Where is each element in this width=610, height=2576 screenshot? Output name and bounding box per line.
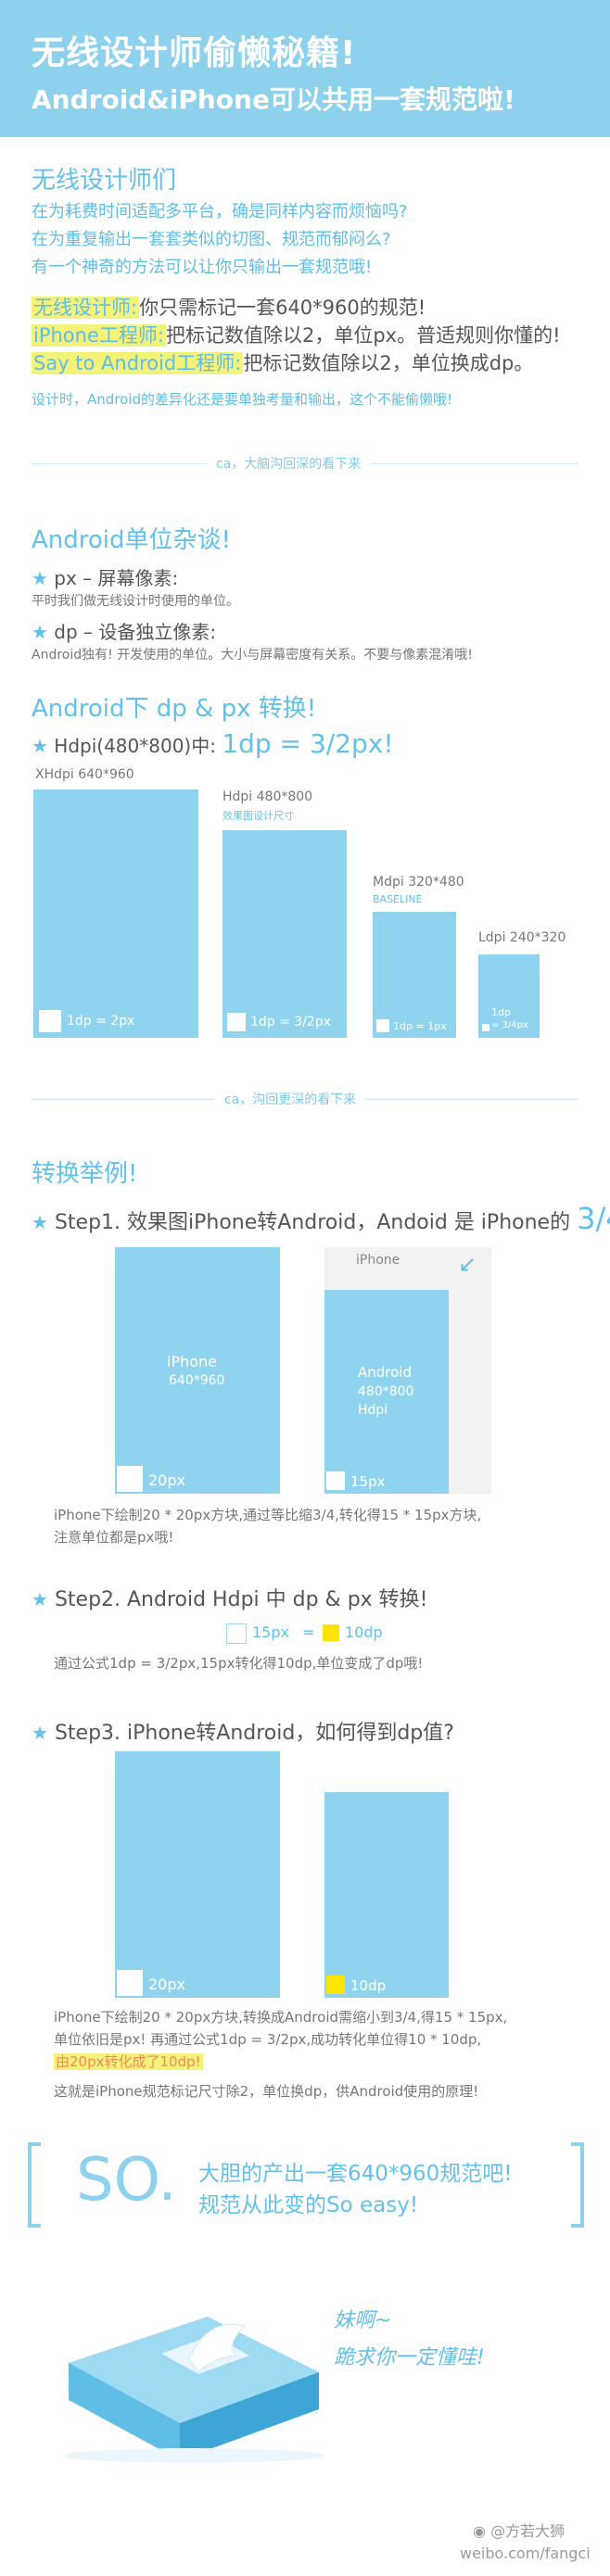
role-android-text: 把标记数值除以2，单位换成dp。	[243, 352, 534, 374]
role-android: Say to Android工程师:把标记数值除以2，单位换成dp。	[32, 348, 533, 376]
role-iphone: iPhone工程师:把标记数值除以2，单位px。普适规则你懂的!	[32, 321, 561, 348]
step3-dp-label: 10dp	[350, 1977, 387, 1994]
step3-iphone-box	[115, 1751, 280, 1998]
star-icon: ★	[32, 621, 48, 643]
hdpi-note: 效果图设计尺寸	[222, 810, 294, 822]
dp-desc: Android独有! 开发使用的单位。大小与屏幕密度有关系。不要与像素混淆哦!	[32, 648, 473, 663]
step2-equals: =	[302, 1623, 315, 1641]
step3-caption-1: iPhone下绘制20 * 20px方块,转换成Android需缩小到3/4,得…	[54, 2009, 508, 2026]
mdpi-note: BASELINE	[373, 893, 423, 905]
step1-android-square	[326, 1471, 345, 1490]
divider-label-2: ca，沟回更深的看下来	[215, 1090, 366, 1108]
xhdpi-unit: 1dp = 2px	[67, 1014, 135, 1029]
xhdpi-box	[33, 789, 198, 1038]
role-designer-label: 无线设计师:	[32, 297, 140, 319]
hdpi-formula: 1dp = 3/2px!	[222, 728, 394, 759]
mdpi-label: Mdpi 320*480	[373, 875, 464, 890]
hdpi-unit: 1dp = 3/2px	[250, 1015, 332, 1029]
step1-iphone-square	[117, 1466, 143, 1492]
divider-label-1: ca，大脑沟回深的看下来	[207, 454, 371, 473]
step2-px-square	[226, 1623, 247, 1644]
step3-note: 这就是iPhone规范标记尺寸除2，单位换dp，供Android使用的原理!	[54, 2083, 479, 2100]
example-title: 转换举例!	[32, 1160, 138, 1188]
step1-iphone-sq-label: 20px	[148, 1471, 185, 1489]
role-designer: 无线设计师:你只需标记一套640*960的规范!	[32, 293, 426, 321]
arrow-icon: ↙	[458, 1251, 477, 1277]
px-heading: ★ px – 屏幕像素:	[32, 563, 178, 590]
step3-iphone-square	[117, 1970, 143, 1996]
step1-iphone-res: 640*960	[169, 1373, 225, 1388]
intro-line-2: 在为重复输出一套套类似的切图、规范而郁闷么?	[32, 230, 391, 249]
step3-android-box	[324, 1792, 449, 1998]
mdpi-unit: 1dp = 1px	[393, 1020, 447, 1032]
page-title: 无线设计师偷懒秘籍!	[32, 34, 357, 72]
step1-android-label: Android	[358, 1364, 412, 1381]
intro-line-3: 有一个神奇的方法可以让你只输出一套规范哦!	[32, 258, 373, 277]
hdpi-square	[227, 1013, 246, 1031]
step2-heading: ★ Step2. Android Hdpi 中 dp & px 转换!	[32, 1588, 428, 1611]
dp-title: dp – 设备独立像素:	[54, 621, 217, 643]
so-bracket-right	[571, 2142, 584, 2228]
mdpi-square	[376, 1019, 389, 1032]
conversion-title: Android下 dp & px 转换!	[32, 695, 317, 723]
handwriting-line-2: 跪求你一定懂哇!	[334, 2346, 485, 2369]
intro-title: 无线设计师们	[32, 167, 177, 195]
step2-caption: 通过公式1dp = 3/2px,15px转化得10dp,单位变成了dp哦!	[54, 1655, 424, 1672]
step1-iphone-label: iPhone	[167, 1353, 218, 1370]
star-icon: ★	[32, 1211, 48, 1233]
units-title: Android单位杂谈!	[32, 526, 231, 554]
step3-caption-2: 单位依旧是px! 再通过公式1dp = 3/2px,成功转化单位得10 * 10…	[54, 2031, 482, 2048]
step3-iphone-sq-label: 20px	[148, 1976, 185, 1993]
star-icon: ★	[32, 567, 48, 589]
ldpi-label: Ldpi 240*320	[478, 930, 566, 945]
dp-heading: ★ dp – 设备独立像素:	[32, 617, 216, 644]
hdpi-box	[222, 830, 347, 1038]
star-icon: ★	[32, 1588, 48, 1610]
ldpi-unit: = 3/4px	[491, 1020, 528, 1030]
star-icon: ★	[32, 1722, 48, 1744]
so-line-1: 大胆的产出一套640*960规范吧!	[198, 2162, 513, 2186]
role-iphone-text: 把标记数值除以2，单位px。普适规则你懂的!	[165, 324, 561, 347]
role-designer-text: 你只需标记一套640*960的规范!	[139, 297, 426, 319]
px-desc: 平时我们做无线设计时使用的单位。	[32, 594, 239, 609]
step1-android-res: 480*800	[358, 1384, 414, 1399]
weibo-name: ◉ @方若大狮	[473, 2522, 566, 2540]
step1-android-sq-label: 15px	[350, 1473, 386, 1490]
weibo-icon: ◉	[473, 2522, 486, 2540]
step1-caption-1: iPhone下绘制20 * 20px方块,通过等比缩3/4,转化得15 * 15…	[54, 1507, 482, 1523]
so-bracket-left	[28, 2142, 41, 2228]
page-subtitle: Android&iPhone可以共用一套规范啦!	[32, 84, 515, 115]
step1-android-dpi: Hdpi	[358, 1403, 388, 1418]
xhdpi-label: XHdpi 640*960	[35, 767, 134, 782]
hdpi-line: ★ Hdpi(480*800)中: 1dp = 3/2px!	[32, 728, 394, 759]
xhdpi-square	[39, 1010, 61, 1032]
ldpi-unit-top: 1dp	[491, 1006, 511, 1018]
tissue-box-illustration	[50, 2279, 328, 2469]
step3-heading: ★ Step3. iPhone转Android，如何得到dp值?	[32, 1722, 454, 1745]
step3-dp-square	[326, 1976, 345, 1994]
role-iphone-label: iPhone工程师:	[32, 324, 166, 347]
step1-frame-tag: iPhone	[356, 1253, 400, 1268]
weibo-url: weibo.com/fangci	[460, 2544, 591, 2562]
step1-caption-2: 注意单位都是px哦!	[54, 1529, 174, 1546]
step2-dp-square	[323, 1624, 339, 1641]
step1-iphone-box	[115, 1247, 280, 1494]
hdpi-label: Hdpi 480*800	[222, 789, 313, 804]
so-line-2: 规范从此变的So easy!	[198, 2193, 419, 2217]
ldpi-square	[482, 1024, 489, 1031]
step2-dp-label: 10dp	[345, 1623, 383, 1641]
step1-heading: ★ Step1. 效果图iPhone转Android，Andoid 是 iPho…	[32, 1201, 610, 1236]
handwriting-line-1: 妹啊~	[334, 2309, 392, 2332]
step2-px-label: 15px	[252, 1623, 289, 1641]
hdpi-prefix: Hdpi(480*800)中:	[54, 735, 216, 757]
role-android-label: Say to Android工程师:	[32, 352, 244, 374]
step3-caption-3: 由20px转化成了10dp!	[54, 2053, 203, 2070]
px-title: px – 屏幕像素:	[54, 567, 179, 589]
star-icon: ★	[32, 735, 48, 757]
intro-line-1: 在为耗费时间适配多平台，确是同样内容而烦恼吗?	[32, 202, 408, 221]
intro-note: 设计时，Android的差异化还是要单独考量和输出，这个不能偷懒哦!	[32, 391, 453, 408]
so-big-text: SO.	[76, 2146, 177, 2215]
